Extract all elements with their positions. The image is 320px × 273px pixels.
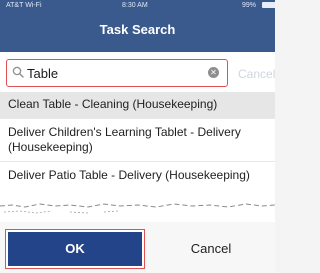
button-area: OK Cancel bbox=[0, 222, 275, 273]
result-item[interactable]: Clean Table - Cleaning (Housekeeping) bbox=[0, 92, 275, 118]
torn-edge-divider bbox=[0, 200, 275, 222]
result-item-label: Clean Table - Cleaning (Housekeeping) bbox=[8, 97, 218, 111]
search-box[interactable]: ✕ bbox=[6, 59, 228, 87]
status-time: 8:30 AM bbox=[122, 2, 148, 9]
task-search-screen: AT&T Wi-Fi 8:30 AM 99% Task Search ✕ Can… bbox=[0, 0, 275, 273]
result-item[interactable]: Deliver Patio Table - Delivery (Housekee… bbox=[0, 161, 275, 203]
page-title: Task Search bbox=[99, 22, 176, 37]
search-input[interactable] bbox=[27, 64, 195, 82]
ok-button-label: OK bbox=[8, 232, 142, 266]
search-cancel-button[interactable]: Cancel bbox=[238, 67, 275, 81]
nav-bar: Task Search bbox=[0, 11, 275, 52]
battery-percent: 99% bbox=[242, 2, 257, 9]
search-row: ✕ Cancel bbox=[0, 52, 275, 92]
battery-icon bbox=[262, 2, 275, 8]
clear-search-icon[interactable]: ✕ bbox=[208, 67, 219, 78]
cancel-button[interactable]: Cancel bbox=[150, 231, 272, 267]
result-item-label: Deliver Patio Table - Delivery (Housekee… bbox=[8, 168, 250, 182]
result-item-label: Deliver Children's Learning Tablet - Del… bbox=[8, 125, 241, 154]
search-icon bbox=[12, 66, 24, 78]
result-item[interactable]: Deliver Children's Learning Tablet - Del… bbox=[0, 118, 275, 161]
carrier-label: AT&T Wi-Fi bbox=[6, 2, 42, 9]
ok-button[interactable]: OK bbox=[5, 229, 145, 269]
